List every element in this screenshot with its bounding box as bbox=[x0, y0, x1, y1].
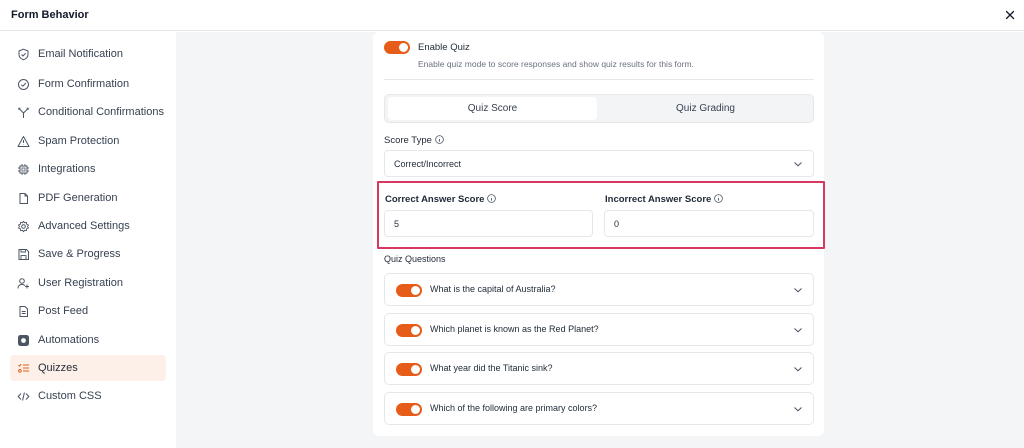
incorrect-score-label-text: Incorrect Answer Score bbox=[605, 194, 712, 205]
info-icon bbox=[487, 194, 497, 203]
enable-quiz-label: Enable Quiz bbox=[418, 42, 470, 53]
score-type-select[interactable]: Correct/Incorrect bbox=[384, 150, 814, 177]
info-icon bbox=[714, 194, 724, 203]
window-title: Form Behavior bbox=[11, 9, 89, 21]
check-circle-icon bbox=[17, 78, 30, 91]
sidebar-item-label: Advanced Settings bbox=[38, 220, 130, 232]
gear-icon bbox=[17, 220, 30, 233]
quiz-question-row[interactable]: Which of the following are primary color… bbox=[384, 392, 814, 425]
save-icon bbox=[17, 248, 30, 261]
question-text: Which of the following are primary color… bbox=[430, 403, 598, 413]
tab-quiz-grading[interactable]: Quiz Grading bbox=[600, 97, 811, 120]
question-toggle[interactable] bbox=[396, 284, 422, 297]
question-text: Which planet is known as the Red Planet? bbox=[430, 324, 599, 334]
sidebar-item-spam-protection[interactable]: Spam Protection bbox=[10, 128, 166, 154]
chevron-down-icon[interactable] bbox=[793, 405, 803, 413]
correct-score-input[interactable]: 5 bbox=[384, 210, 593, 237]
quiz-list-icon bbox=[17, 362, 30, 375]
sidebar-item-label: Integrations bbox=[38, 163, 96, 175]
chevron-down-icon bbox=[794, 162, 802, 167]
close-icon[interactable] bbox=[1002, 7, 1018, 23]
quiz-question-row[interactable]: Which planet is known as the Red Planet? bbox=[384, 313, 814, 346]
enable-quiz-description: Enable quiz mode to score responses and … bbox=[418, 59, 694, 69]
sidebar-item-email-notification[interactable]: Email Notification bbox=[10, 41, 166, 67]
sidebar-item-pdf-generation[interactable]: PDF Generation bbox=[10, 185, 166, 211]
sidebar-item-label: Spam Protection bbox=[38, 135, 120, 147]
score-type-label: Score Type bbox=[384, 135, 444, 146]
chevron-down-icon[interactable] bbox=[793, 365, 803, 373]
document-icon bbox=[17, 305, 30, 318]
sidebar-item-quizzes[interactable]: Quizzes bbox=[10, 355, 166, 381]
sidebar-item-label: Save & Progress bbox=[38, 248, 121, 260]
incorrect-score-value: 0 bbox=[614, 218, 620, 229]
correct-score-value: 5 bbox=[394, 218, 400, 229]
title-bar: Form Behavior bbox=[0, 0, 1024, 31]
question-toggle[interactable] bbox=[396, 403, 422, 416]
sidebar-item-user-registration[interactable]: User Registration bbox=[10, 270, 166, 296]
sidebar-item-label: Automations bbox=[38, 334, 100, 346]
branch-icon bbox=[17, 106, 30, 119]
sidebar-item-label: PDF Generation bbox=[38, 192, 118, 204]
shield-check-icon bbox=[17, 48, 30, 61]
quiz-question-row[interactable]: What is the capital of Australia? bbox=[384, 273, 814, 306]
quiz-question-row[interactable]: What year did the Titanic sink? bbox=[384, 352, 814, 385]
user-plus-icon bbox=[17, 277, 30, 290]
chevron-down-icon[interactable] bbox=[793, 326, 803, 334]
sidebar-item-form-confirmation[interactable]: Form Confirmation bbox=[10, 71, 166, 97]
sidebar-item-post-feed[interactable]: Post Feed bbox=[10, 298, 166, 324]
sidebar-item-conditional-confirmations[interactable]: Conditional Confirmations bbox=[10, 99, 166, 125]
chip-icon bbox=[17, 163, 30, 176]
score-type-label-text: Score Type bbox=[384, 135, 432, 146]
sidebar-item-label: Quizzes bbox=[38, 362, 78, 374]
info-icon bbox=[435, 135, 444, 144]
incorrect-score-input[interactable]: 0 bbox=[604, 210, 814, 237]
chevron-down-icon[interactable] bbox=[793, 286, 803, 294]
sidebar-item-label: Post Feed bbox=[38, 305, 89, 317]
sidebar-item-label: Email Notification bbox=[38, 48, 123, 60]
file-icon bbox=[17, 192, 30, 205]
sidebar-item-label: Custom CSS bbox=[38, 390, 102, 402]
quiz-questions-label: Quiz Questions bbox=[384, 254, 446, 264]
sidebar-item-label: Form Confirmation bbox=[38, 78, 130, 90]
automation-icon bbox=[17, 334, 30, 347]
sidebar-item-advanced-settings[interactable]: Advanced Settings bbox=[10, 213, 166, 239]
sidebar: Email Notification Form Confirmation Con… bbox=[0, 32, 176, 448]
tab-quiz-score[interactable]: Quiz Score bbox=[388, 97, 597, 120]
warning-triangle-icon bbox=[17, 135, 30, 148]
enable-quiz-toggle[interactable] bbox=[384, 41, 410, 54]
question-toggle[interactable] bbox=[396, 363, 422, 376]
question-text: What year did the Titanic sink? bbox=[430, 363, 553, 373]
sidebar-item-label: Conditional Confirmations bbox=[38, 106, 164, 118]
sidebar-item-custom-css[interactable]: Custom CSS bbox=[10, 383, 166, 409]
correct-score-label: Correct Answer Score bbox=[385, 194, 497, 205]
code-icon bbox=[17, 390, 30, 403]
question-text: What is the capital of Australia? bbox=[430, 284, 556, 294]
incorrect-score-label: Incorrect Answer Score bbox=[605, 194, 724, 205]
sidebar-item-save-progress[interactable]: Save & Progress bbox=[10, 241, 166, 267]
correct-score-label-text: Correct Answer Score bbox=[385, 194, 485, 205]
question-toggle[interactable] bbox=[396, 324, 422, 337]
quiz-tabs: Quiz Score Quiz Grading bbox=[384, 94, 814, 123]
sidebar-item-automations[interactable]: Automations bbox=[10, 327, 166, 353]
score-type-value: Correct/Incorrect bbox=[394, 158, 462, 169]
divider bbox=[384, 79, 814, 80]
sidebar-item-integrations[interactable]: Integrations bbox=[10, 156, 166, 182]
sidebar-item-label: User Registration bbox=[38, 277, 123, 289]
